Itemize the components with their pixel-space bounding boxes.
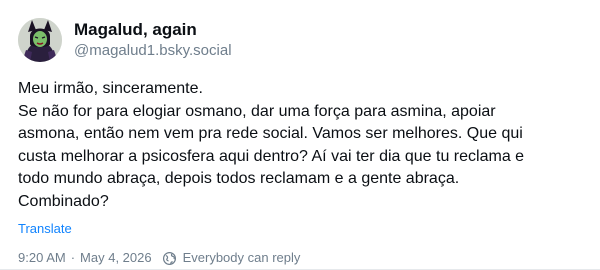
post-text-line: Se não for para elogiar osmano, dar uma … [18,102,496,120]
post-header: Magalud, again @magalud1.bsky.social [18,18,582,62]
post-text-line: asmona, então nem vem pra rede social. V… [18,125,523,142]
post-text-line: Meu irmão, sinceramente. [18,80,203,97]
author-handle[interactable]: @magalud1.bsky.social [74,41,232,61]
meta-separator: · [70,250,76,265]
post-meta: 9:20 AM · May 4, 2026 Everybody can repl… [18,250,582,266]
reply-setting[interactable]: Everybody can reply [183,250,301,266]
post-text-line: todo mundo abraça, depois todos reclamam… [18,170,460,187]
author-info: Magalud, again @magalud1.bsky.social [74,20,232,61]
post-text-line: Combinado? [18,192,109,210]
post-text-line: custa melhorar a psicosfera aqui dentro?… [18,147,525,165]
post-timestamp[interactable]: 9:20 AM [18,250,66,266]
author-display-name[interactable]: Magalud, again [74,20,232,40]
post-text: Meu irmão, sinceramente. Se não for para… [18,78,582,213]
villain-avatar-icon[interactable] [18,18,62,62]
globe-icon [162,251,177,266]
post-date[interactable]: May 4, 2026 [80,250,152,266]
translate-link[interactable]: Translate [18,221,72,237]
post-card[interactable]: Magalud, again @magalud1.bsky.social Meu… [0,0,600,270]
